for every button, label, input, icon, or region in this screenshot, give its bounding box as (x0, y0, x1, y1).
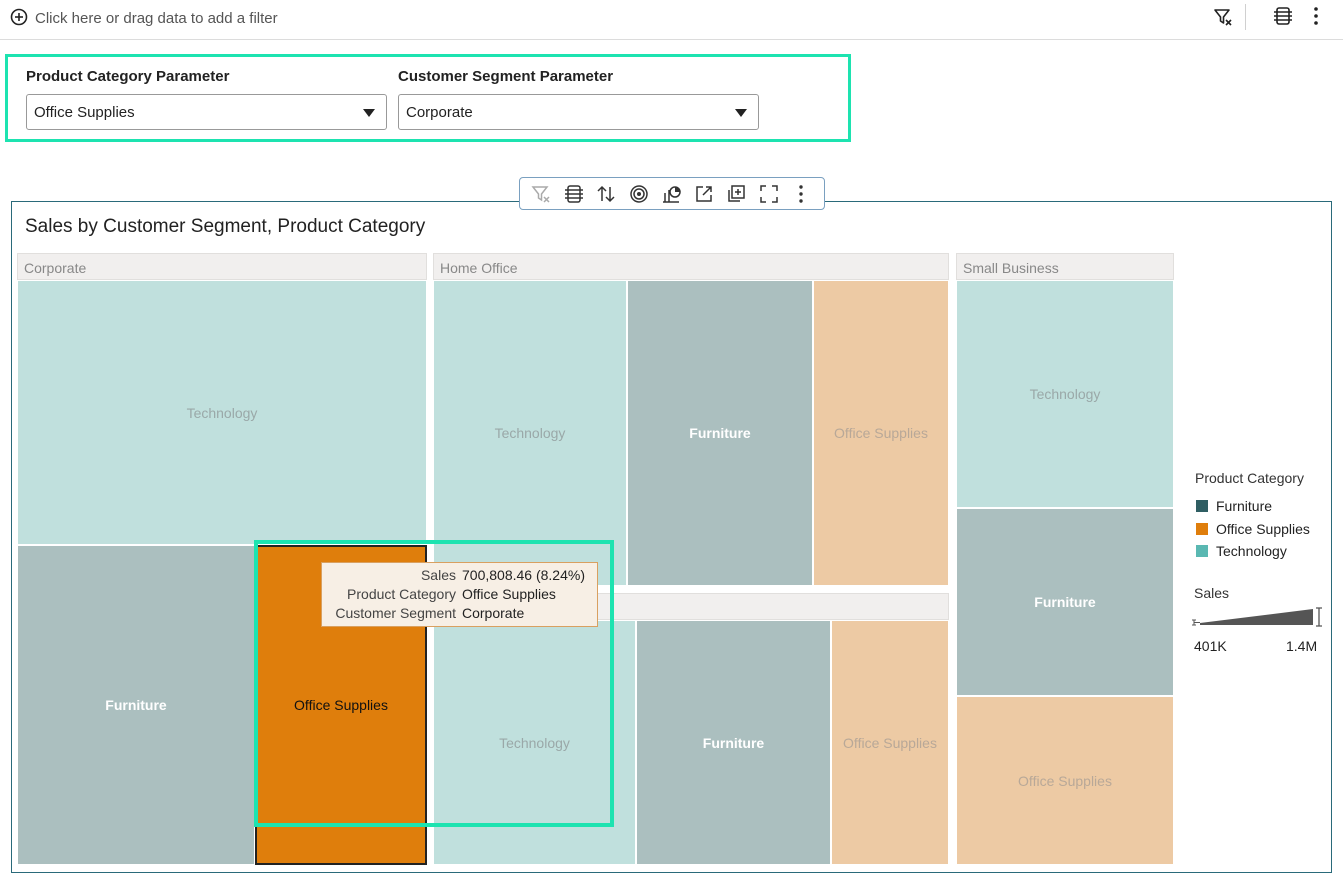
tile-corporate-technology[interactable]: Technology (17, 280, 427, 545)
filter-bar[interactable]: Click here or drag data to add a filter (0, 0, 1343, 40)
viz-title: Sales by Customer Segment, Product Categ… (25, 216, 426, 237)
add-canvas-icon[interactable] (725, 183, 747, 205)
tile-lower-furniture[interactable]: Furniture (636, 620, 831, 865)
product-category-value: Office Supplies (34, 104, 135, 121)
tooltip-value: Office Supplies (462, 586, 556, 602)
legend-item-technology[interactable]: Technology (1216, 543, 1287, 559)
legend-swatch-technology (1196, 545, 1208, 557)
tile-home-office-furniture[interactable]: Furniture (627, 280, 813, 586)
fullscreen-icon[interactable] (758, 183, 780, 205)
size-legend-wedge (1192, 607, 1322, 627)
properties-icon[interactable] (563, 183, 585, 205)
tile-home-office-office-supplies[interactable]: Office Supplies (813, 280, 949, 586)
tooltip-row: Product Category Office Supplies (322, 586, 599, 605)
tooltip-key: Sales (420, 567, 456, 583)
customer-segment-value: Corporate (406, 104, 473, 121)
tooltip-key: Product Category (347, 586, 456, 602)
tooltip-value: 700,808.46 (8.24%) (462, 567, 585, 583)
legend-swatch-furniture (1196, 500, 1208, 512)
tile-small-business-technology[interactable]: Technology (956, 280, 1174, 508)
tile-lower-office-supplies[interactable]: Office Supplies (831, 620, 949, 865)
filter-hint[interactable]: Click here or drag data to add a filter (35, 10, 278, 27)
chevron-down-icon (363, 109, 375, 117)
legend-swatch-office-supplies (1196, 523, 1208, 535)
chevron-down-icon (735, 109, 747, 117)
tile-small-business-office-supplies[interactable]: Office Supplies (956, 696, 1174, 865)
size-legend-max: 1.4M (1286, 638, 1318, 654)
size-legend-min: 401K (1194, 638, 1227, 654)
tooltip-row: Customer Segment Corporate (322, 605, 599, 624)
group-header-small-business: Small Business (956, 253, 1174, 280)
target-icon[interactable] (628, 183, 650, 205)
group-header-home-office: Home Office (433, 253, 949, 280)
size-legend-title: Sales (1194, 585, 1230, 601)
filter-icon[interactable] (1212, 6, 1234, 28)
filter-icon[interactable] (530, 183, 552, 205)
product-category-select[interactable]: Office Supplies (26, 94, 387, 130)
tooltip-value: Corporate (462, 605, 525, 621)
more-icon[interactable] (790, 183, 812, 205)
legend-item-furniture[interactable]: Furniture (1216, 498, 1272, 514)
customer-segment-select[interactable]: Corporate (398, 94, 759, 130)
legend-item-office-supplies[interactable]: Office Supplies (1216, 521, 1310, 537)
product-category-label: Product Category Parameter (26, 68, 230, 85)
sort-icon[interactable] (595, 183, 617, 205)
tooltip-key: Customer Segment (335, 605, 456, 621)
add-filter-icon[interactable] (10, 8, 28, 26)
legend-title: Product Category (1195, 470, 1304, 486)
chart-type-icon[interactable] (660, 183, 682, 205)
export-icon[interactable] (693, 183, 715, 205)
more-icon[interactable] (1308, 5, 1324, 27)
group-header-corporate: Corporate (17, 253, 427, 280)
viz-toolbar (519, 177, 825, 210)
tile-corporate-furniture[interactable]: Furniture (17, 545, 255, 865)
properties-icon[interactable] (1272, 5, 1294, 27)
tooltip: Sales 700,808.46 (8.24%) Product Categor… (321, 562, 598, 627)
customer-segment-label: Customer Segment Parameter (398, 68, 614, 85)
tile-small-business-furniture[interactable]: Furniture (956, 508, 1174, 696)
toolbar-divider (1245, 4, 1246, 30)
tooltip-row: Sales 700,808.46 (8.24%) (322, 567, 599, 586)
